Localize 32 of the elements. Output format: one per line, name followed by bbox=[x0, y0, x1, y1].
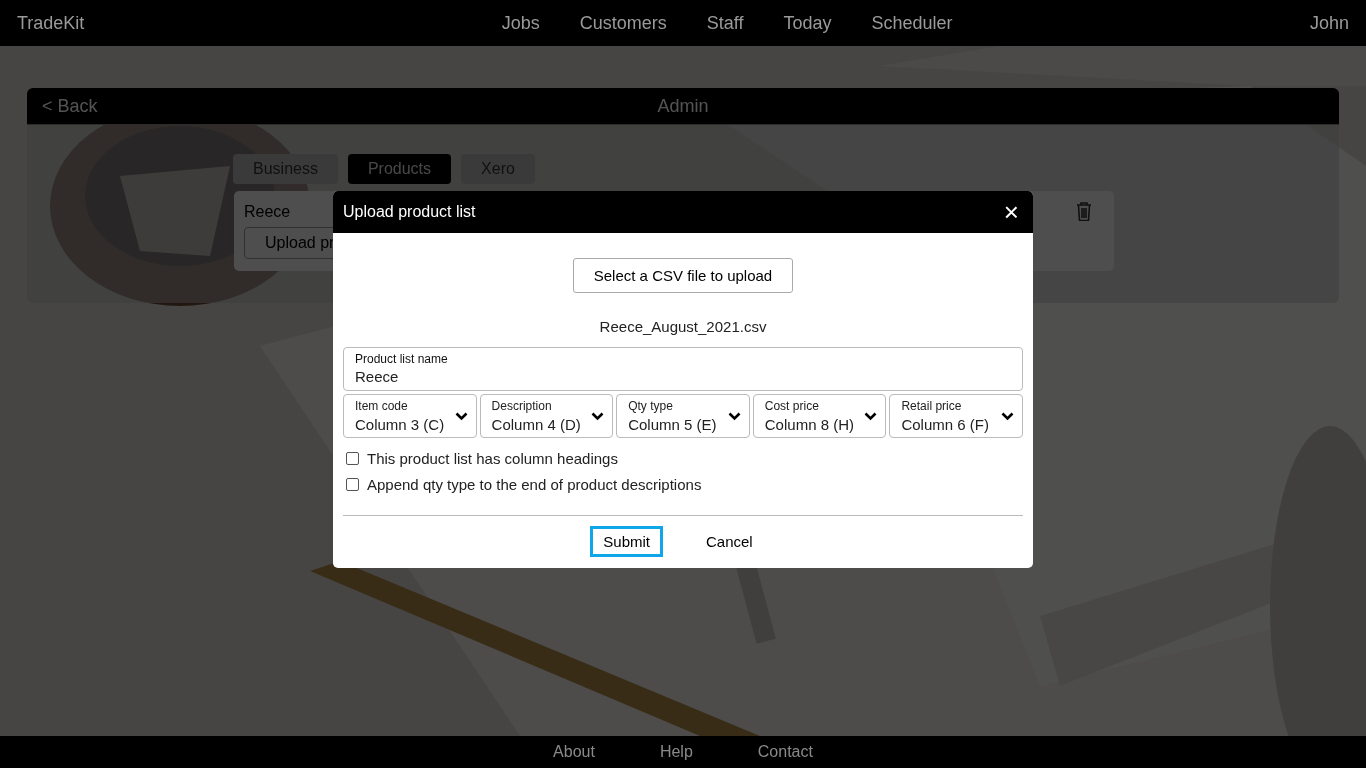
product-list-name: Reece bbox=[244, 203, 291, 220]
nav-link[interactable]: Today bbox=[783, 12, 832, 34]
checkbox-label: This product list has column headings bbox=[367, 450, 618, 467]
chevron-icon bbox=[454, 411, 468, 421]
user-link[interactable]: John bbox=[1309, 12, 1349, 34]
footer-link[interactable]: Contact bbox=[757, 743, 813, 761]
chevron-icon bbox=[1000, 411, 1014, 421]
close-button[interactable]: × bbox=[999, 199, 1023, 225]
nav-link[interactable]: Scheduler bbox=[871, 12, 953, 34]
file-name: Reece_August_2021.csv bbox=[598, 318, 768, 335]
brand-name[interactable]: TradeKit bbox=[17, 12, 85, 34]
select-file-button[interactable]: Select a CSV file to upload bbox=[572, 258, 794, 293]
checkbox-label: Append qty type to the end of product descriptions bbox=[367, 476, 702, 493]
footer-link[interactable]: About bbox=[553, 743, 595, 761]
nav-link[interactable]: Jobs bbox=[501, 12, 540, 34]
dialog-title: Upload product list bbox=[343, 203, 476, 221]
nav-link[interactable]: Customers bbox=[579, 12, 667, 34]
product-list-name-field[interactable]: Product list name Reece bbox=[343, 347, 1023, 391]
column-select[interactable]: Retail price Column 6 (F) bbox=[889, 394, 1023, 438]
page-title: Admin bbox=[657, 95, 709, 117]
checkbox[interactable] bbox=[346, 478, 359, 491]
chevron-icon bbox=[591, 411, 605, 421]
column-select[interactable]: Description Column 4 (D) bbox=[479, 394, 614, 438]
column-select[interactable]: Qty type Column 5 (E) bbox=[616, 394, 750, 438]
column-select[interactable]: Item code Column 3 (C) bbox=[343, 394, 477, 438]
chevron-icon bbox=[727, 411, 741, 421]
column-select[interactable]: Cost price Column 8 (H) bbox=[752, 394, 887, 438]
dialog-button[interactable]: Submit bbox=[590, 526, 663, 557]
chevron-icon bbox=[864, 411, 878, 421]
footer-link[interactable]: Help bbox=[659, 743, 693, 761]
checkbox[interactable] bbox=[346, 452, 359, 465]
nav-link[interactable]: Staff bbox=[706, 12, 744, 34]
